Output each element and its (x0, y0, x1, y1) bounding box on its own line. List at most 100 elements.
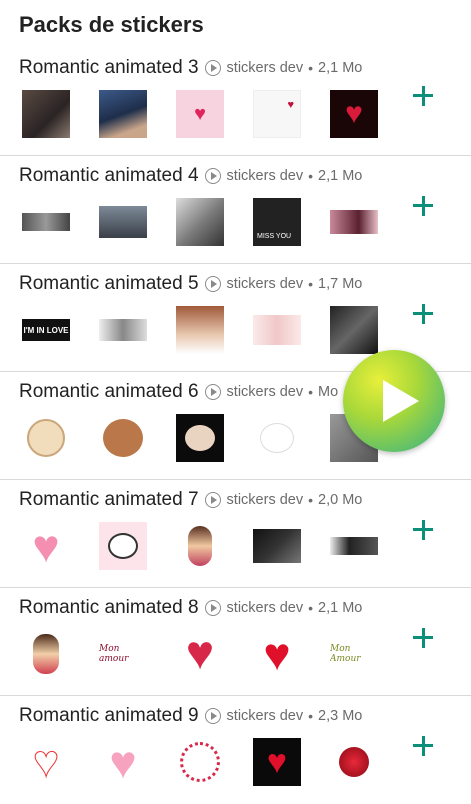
sticker-thumbnail (176, 414, 224, 462)
pack-size: 2,1 Mo (318, 600, 363, 616)
sticker-thumbnail (176, 306, 224, 354)
pack-title-row: Romantic animated 4 stickers dev • 2,1 M… (19, 163, 362, 189)
animated-play-icon (204, 600, 221, 616)
pack-title-row: Romantic animated 3 stickers dev • 2,1 M… (19, 55, 362, 81)
pack-size: 2,3 Mo (318, 708, 363, 724)
sticker-thumbnail (22, 198, 70, 246)
pack-name: Romantic animated 3 (19, 57, 199, 78)
add-pack-button[interactable] (411, 84, 435, 108)
pack-name: Romantic animated 7 (19, 489, 199, 510)
pack-size: 2,0 Mo (318, 492, 363, 508)
sticker-thumbnail (330, 306, 378, 354)
sticker-thumbnail: Mon Amour (330, 630, 378, 678)
sticker-preview-strip: MISS YOU (22, 198, 407, 246)
pack-publisher: stickers dev (226, 60, 304, 76)
sticker-pack-row[interactable]: Romantic animated 3 stickers dev • 2,1 M… (0, 48, 471, 156)
separator-dot: • (308, 708, 314, 724)
sticker-thumbnail: ♥ (253, 90, 301, 138)
sticker-thumbnail (99, 198, 147, 246)
sticker-thumbnail: ♥ (32, 738, 60, 786)
pack-publisher: stickers dev (226, 276, 304, 292)
sticker-preview-strip: I'M IN LOVE (22, 306, 407, 354)
animated-play-icon (204, 276, 221, 292)
animated-play-icon (204, 60, 221, 76)
animated-play-icon (204, 708, 221, 724)
sticker-thumbnail (99, 522, 147, 570)
sticker-pack-row[interactable]: Romantic animated 8 stickers dev • 2,1 M… (0, 588, 471, 696)
sticker-thumbnail (176, 522, 224, 570)
sticker-preview-strip: ♥ (22, 522, 407, 570)
add-pack-button[interactable] (411, 626, 435, 650)
sticker-thumbnail: MISS YOU (253, 198, 301, 246)
pack-name: Romantic animated 6 (19, 381, 199, 402)
separator-dot: • (308, 60, 314, 76)
pack-publisher: stickers dev (226, 384, 304, 400)
pack-title-row: Romantic animated 6 stickers dev • Mo (19, 379, 338, 405)
sticker-preview-strip: Mon amour ♥ ♥ Mon Amour (22, 630, 407, 678)
add-pack-button[interactable] (411, 518, 435, 542)
sticker-preview-strip: ♥ ♥ ♥ (22, 90, 407, 138)
sticker-thumbnail: ♥ (176, 90, 224, 138)
play-animation-button[interactable] (343, 350, 445, 452)
sticker-thumbnail (22, 630, 70, 678)
sticker-thumbnail (22, 414, 70, 462)
pack-name: Romantic animated 5 (19, 273, 199, 294)
pack-publisher: stickers dev (226, 600, 304, 616)
play-icon (383, 380, 419, 422)
add-pack-button[interactable] (411, 734, 435, 758)
pack-publisher: stickers dev (226, 708, 304, 724)
animated-play-icon (204, 384, 221, 400)
sticker-thumbnail (99, 414, 147, 462)
sticker-pack-row[interactable]: Romantic animated 7 stickers dev • 2,0 M… (0, 480, 471, 588)
pack-size: 2,1 Mo (318, 168, 363, 184)
pack-size: 1,7 Mo (318, 276, 363, 292)
add-pack-button[interactable] (411, 302, 435, 326)
app-header: Packs de stickers (0, 0, 471, 48)
sticker-thumbnail (22, 90, 70, 138)
sticker-thumbnail (176, 738, 224, 786)
pack-size: 2,1 Mo (318, 60, 363, 76)
pack-title-row: Romantic animated 5 stickers dev • 1,7 M… (19, 271, 362, 297)
sticker-caption: Mon amour (99, 644, 129, 664)
sticker-preview-strip: ♥ ♥ ♥ (22, 738, 407, 786)
pack-title-row: Romantic animated 7 stickers dev • 2,0 M… (19, 487, 362, 513)
sticker-thumbnail: ♥ (253, 738, 301, 786)
sticker-caption: Mon Amour (330, 644, 361, 664)
pack-name: Romantic animated 8 (19, 597, 199, 618)
sticker-pack-row[interactable]: Romantic animated 9 stickers dev • 2,3 M… (0, 696, 471, 804)
sticker-thumbnail: Mon amour (99, 630, 147, 678)
separator-dot: • (308, 492, 314, 508)
pack-title-row: Romantic animated 9 stickers dev • 2,3 M… (19, 703, 362, 729)
pack-size: Mo (318, 384, 339, 400)
sticker-thumbnail (330, 738, 378, 786)
pack-name: Romantic animated 4 (19, 165, 199, 186)
sticker-thumbnail (253, 414, 301, 462)
sticker-thumbnail: ♥ (109, 738, 137, 786)
sticker-thumbnail (253, 522, 301, 570)
sticker-thumbnail (330, 198, 378, 246)
separator-dot: • (308, 168, 314, 184)
sticker-thumbnail (99, 90, 147, 138)
sticker-thumbnail: ♥ (330, 90, 378, 138)
pack-title-row: Romantic animated 8 stickers dev • 2,1 M… (19, 595, 362, 621)
sticker-caption: I'M IN LOVE (23, 325, 69, 335)
sticker-thumbnail: ♥ (263, 630, 291, 678)
sticker-thumbnail: ♥ (185, 630, 215, 678)
sticker-thumbnail: I'M IN LOVE (22, 306, 70, 354)
sticker-thumbnail (330, 522, 378, 570)
animated-play-icon (204, 492, 221, 508)
add-pack-button[interactable] (411, 194, 435, 218)
sticker-caption: MISS YOU (257, 233, 292, 240)
separator-dot: • (308, 600, 314, 616)
separator-dot: • (308, 276, 314, 292)
separator-dot: • (308, 384, 314, 400)
sticker-thumbnail (253, 306, 301, 354)
sticker-thumbnail (99, 306, 147, 354)
animated-play-icon (204, 168, 221, 184)
sticker-thumbnail (176, 198, 224, 246)
pack-publisher: stickers dev (226, 492, 304, 508)
pack-name: Romantic animated 9 (19, 705, 199, 726)
pack-publisher: stickers dev (226, 168, 304, 184)
sticker-pack-row[interactable]: Romantic animated 4 stickers dev • 2,1 M… (0, 156, 471, 264)
page-title: Packs de stickers (19, 12, 204, 37)
